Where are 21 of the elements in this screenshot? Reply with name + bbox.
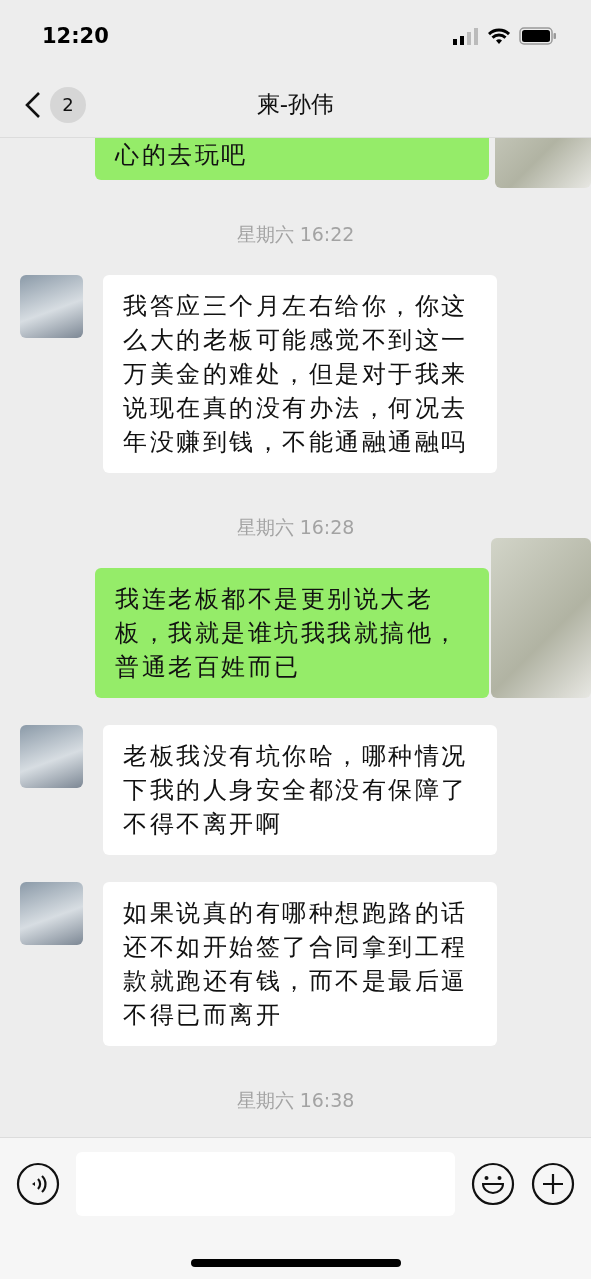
avatar-photo (20, 882, 83, 945)
received-message: 老板我没有坑你哈，哪种情况下我的人身安全都没有保障了不得不离开啊 (103, 725, 497, 855)
timestamp: 星期六 16:28 (236, 515, 355, 540)
emoji-icon[interactable] (471, 1162, 515, 1206)
wifi-icon (487, 27, 511, 45)
back-icon[interactable] (24, 90, 42, 119)
status-time: 12:20 (42, 24, 109, 48)
received-message: 我答应三个月左右给你，你这么大的老板可能感觉不到这一万美金的难处，但是对于我来说现在真的没有办法，何况去年没赚到钱，不能通融通融吗 (103, 275, 497, 473)
avatar-photo (20, 725, 83, 788)
timestamp: 星期六 16:22 (236, 222, 355, 247)
voice-icon[interactable] (16, 1162, 60, 1206)
unread-count: 2 (50, 86, 86, 123)
timestamp: 星期六 16:38 (236, 1088, 355, 1113)
sent-message: 我连老板都不是更别说大老板，我就是谁坑我我就搞他，普通老百姓而已 (95, 568, 489, 698)
add-icon[interactable] (531, 1162, 575, 1206)
avatar-photo (20, 275, 83, 338)
sent-message: 心的去玩吧 (95, 138, 489, 180)
signal-icon (453, 27, 479, 45)
chat-title: 柬-孙伟 (256, 90, 335, 119)
battery-icon (519, 27, 557, 45)
received-message: 如果说真的有哪种想跑路的话还不如开始签了合同拿到工程款就跑还有钱，而不是最后逼不得已而离开 (103, 882, 497, 1046)
